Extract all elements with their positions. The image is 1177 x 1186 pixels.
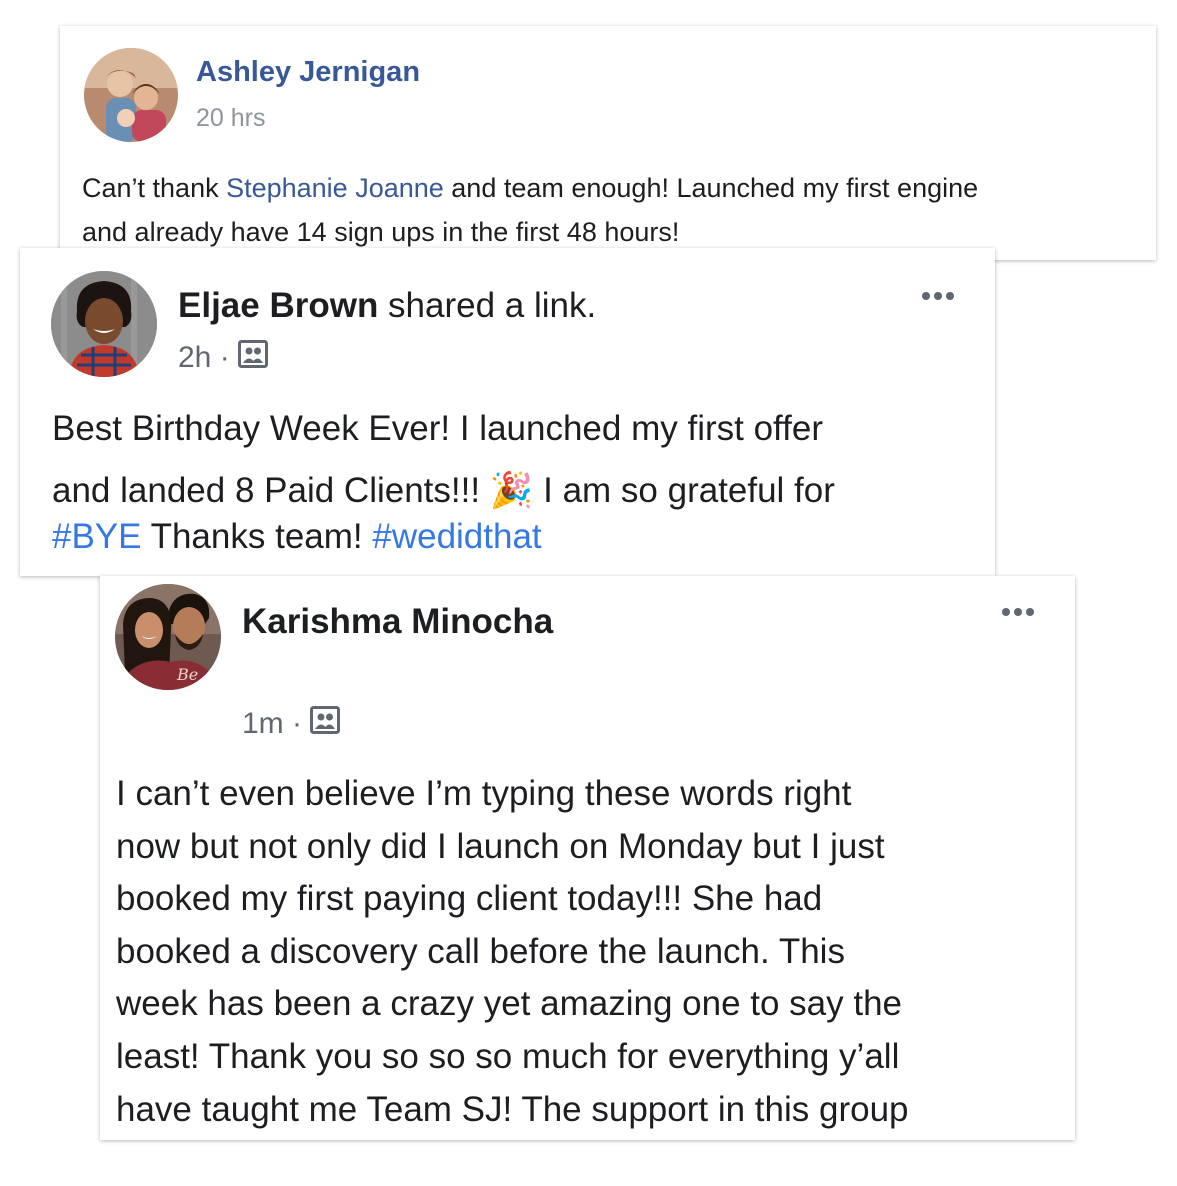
post-text: Can’t thank <box>82 173 227 203</box>
post-body: Best Birthday Week Ever! I launched my f… <box>52 398 982 560</box>
post-card-eljae: Eljae Brown shared a link. 2h · Best Bir… <box>20 248 995 576</box>
more-dots-icon[interactable] <box>1002 608 1034 616</box>
post-text: Thanks team! <box>141 517 373 556</box>
author-name[interactable]: Karishma Minocha <box>242 602 553 641</box>
party-popper-emoji: 🎉 <box>489 471 534 510</box>
post-text-line: have taught me Team SJ! The support in t… <box>116 1089 909 1129</box>
post-timestamp[interactable]: 20 hrs <box>196 104 265 133</box>
avatar-eljae[interactable] <box>51 271 157 377</box>
post-text: I am so grateful for <box>533 471 835 510</box>
post-body: I can’t even believe I’m typing these wo… <box>116 768 1066 1136</box>
post-text: Best Birthday Week Ever! I launched my f… <box>52 409 823 448</box>
post-text-line: booked my first paying client today!!! S… <box>116 879 823 919</box>
post-timestamp[interactable]: 1m · <box>242 707 302 741</box>
svg-text:Be: Be <box>176 665 198 684</box>
group-icon <box>237 340 268 376</box>
hashtag-link[interactable]: #BYE <box>52 517 142 556</box>
post-card-ashley: Ashley Jernigan 20 hrs Can’t thank Steph… <box>60 26 1156 260</box>
post-card-karishma: Be Karishma Minocha 1m · I can’t even be… <box>100 576 1075 1140</box>
more-dots-icon[interactable] <box>922 292 954 300</box>
post-text-line: least! Thank you so so so much for every… <box>116 1036 900 1076</box>
post-body: Can’t thank Stephanie Joanne and team en… <box>82 166 1162 254</box>
post-text: and landed 8 Paid Clients!!! <box>52 471 490 510</box>
post-text: and already have 14 sign ups in the firs… <box>82 217 680 247</box>
post-text-line: booked a discovery call before the launc… <box>116 931 845 971</box>
post-text-line: week has been a crazy yet amazing one to… <box>116 984 903 1024</box>
post-text: and team enough! Launched my first engin… <box>443 173 979 203</box>
mention-link[interactable]: Stephanie Joanne <box>226 173 444 203</box>
author-name[interactable]: Ashley Jernigan <box>196 56 420 88</box>
post-text-line: I can’t even believe I’m typing these wo… <box>116 774 852 813</box>
hashtag-link[interactable]: #wedidthat <box>372 517 541 556</box>
post-text-line: now but not only did I launch on Monday … <box>116 826 885 866</box>
post-action: shared a link. <box>378 286 597 325</box>
avatar-ashley[interactable] <box>84 48 178 142</box>
group-icon <box>310 706 340 742</box>
author-name[interactable]: Eljae Brown <box>178 286 378 325</box>
avatar-karishma[interactable]: Be <box>115 584 221 690</box>
post-timestamp[interactable]: 2h · <box>178 341 230 375</box>
